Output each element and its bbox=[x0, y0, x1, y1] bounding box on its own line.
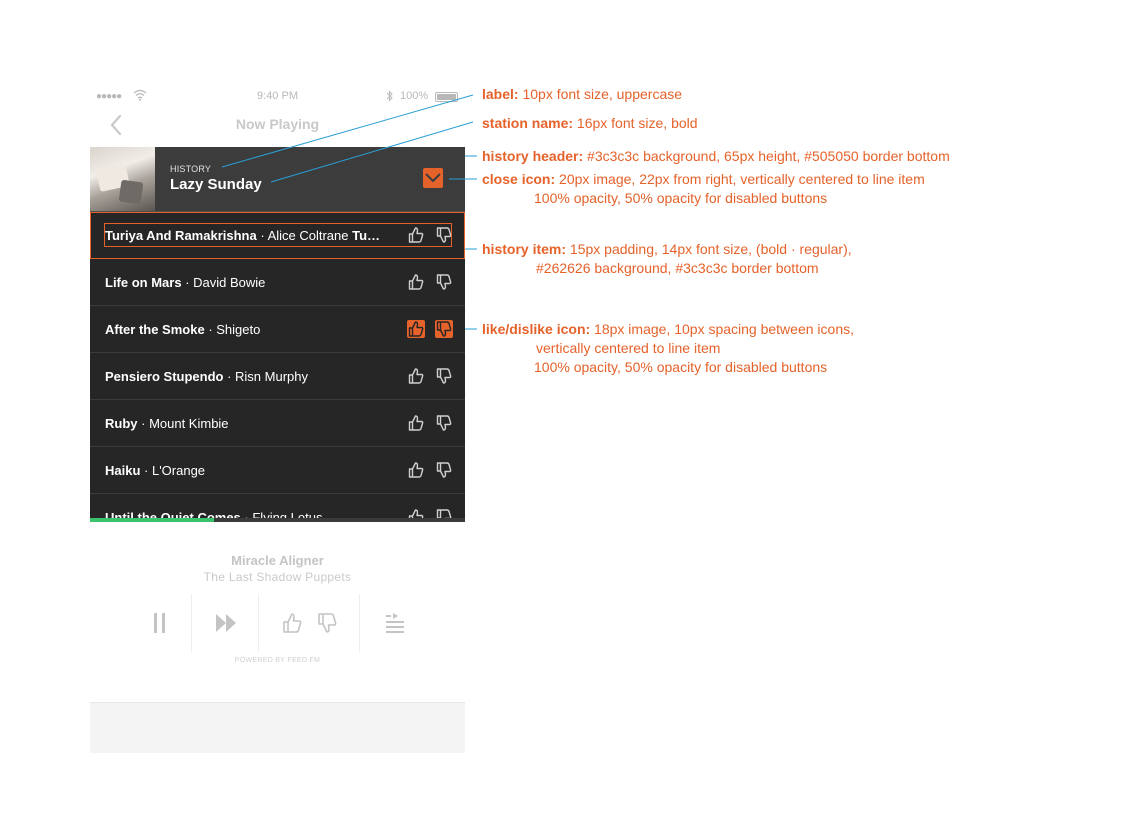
history-list: Turiya And Ramakrishna · Alice Coltrane … bbox=[90, 212, 465, 522]
thumbs-up-icon[interactable] bbox=[407, 226, 425, 244]
separator: · bbox=[140, 462, 152, 478]
separator: · bbox=[256, 227, 268, 243]
thumbs-down-icon[interactable] bbox=[435, 320, 453, 338]
history-item-text: Life on Mars · David Bowie bbox=[105, 275, 390, 290]
history-item[interactable]: Life on Mars · David Bowie bbox=[90, 259, 465, 306]
song-title: Haiku bbox=[105, 462, 141, 478]
history-item-text: After the Smoke · Shigeto bbox=[105, 322, 390, 337]
separator: · bbox=[181, 274, 194, 290]
history-item[interactable]: Ruby · Mount Kimbie bbox=[90, 400, 465, 447]
thumbs-down-icon[interactable] bbox=[435, 461, 453, 479]
artist-name: Shigeto bbox=[216, 321, 261, 337]
page-title: Now Playing bbox=[235, 116, 320, 132]
like-dislike-group bbox=[407, 226, 453, 244]
like-dislike-group bbox=[407, 461, 453, 479]
powered-by-label: POWERED BY FEED.FM bbox=[234, 657, 321, 664]
annotation-like-dislike: like/dislike icon: 18px image, 10px spac… bbox=[482, 321, 854, 375]
like-dislike-group bbox=[407, 273, 453, 291]
battery-percent: 100% bbox=[400, 90, 429, 102]
history-item-text: Pensiero Stupendo · Risn Murphy bbox=[105, 369, 390, 384]
like-dislike-group bbox=[407, 414, 453, 432]
thumbs-up-icon[interactable] bbox=[407, 273, 425, 291]
bottom-tab-bar bbox=[90, 702, 465, 753]
thumbs-down-icon[interactable] bbox=[435, 367, 453, 385]
annotation-history-item: history item: 15px padding, 14px font si… bbox=[482, 241, 852, 276]
song-title: Pensiero Stupendo bbox=[105, 368, 224, 384]
station-artwork bbox=[90, 147, 155, 211]
song-title: Turiya And Ramakrishna bbox=[105, 227, 257, 243]
like-dislike-group bbox=[407, 320, 453, 338]
song-title: Ruby bbox=[105, 415, 138, 431]
close-chevron-icon[interactable] bbox=[423, 168, 443, 188]
status-bar: ●●●●● 9:40 PM 100% bbox=[90, 87, 465, 107]
control-divider bbox=[191, 594, 192, 652]
nav-bar: Now Playing bbox=[90, 107, 465, 147]
queue-list-icon[interactable] bbox=[384, 612, 406, 639]
artist-name: L'Orange bbox=[151, 462, 206, 478]
history-item[interactable]: Haiku · L'Orange bbox=[90, 447, 465, 494]
station-name: Lazy Sunday bbox=[170, 176, 262, 193]
song-title: Life on Mars bbox=[105, 274, 182, 290]
history-item[interactable]: Pensiero Stupendo · Risn Murphy bbox=[90, 353, 465, 400]
thumbs-up-icon[interactable] bbox=[407, 414, 425, 432]
history-item-text: Haiku · L'Orange bbox=[105, 463, 390, 478]
history-item-text: Ruby · Mount Kimbie bbox=[105, 416, 390, 431]
thumbs-up-icon[interactable] bbox=[407, 320, 425, 338]
artist-name: Risn Murphy bbox=[235, 368, 308, 384]
thumbs-up-icon[interactable] bbox=[281, 612, 303, 639]
history-header: History Lazy Sunday bbox=[90, 147, 465, 212]
annotation-station-name: station name: 16px font size, bold bbox=[482, 115, 698, 131]
separator: · bbox=[204, 321, 217, 337]
track-title: Miracle Aligner bbox=[231, 553, 324, 568]
like-dislike-group bbox=[407, 367, 453, 385]
history-item-text: Turiya And Ramakrishna · Alice Coltrane … bbox=[105, 228, 390, 243]
player: Miracle Aligner The Last Shadow Puppets … bbox=[90, 522, 465, 702]
pause-icon[interactable] bbox=[153, 612, 167, 639]
control-divider bbox=[258, 594, 259, 652]
thumbs-up-icon[interactable] bbox=[407, 367, 425, 385]
history-label: History bbox=[170, 164, 212, 174]
artist-name: Mount Kimbie bbox=[149, 415, 229, 431]
thumbs-down-icon[interactable] bbox=[435, 273, 453, 291]
history-item[interactable]: After the Smoke · Shigeto bbox=[90, 306, 465, 353]
thumbs-down-icon[interactable] bbox=[316, 612, 338, 639]
annotation-close-icon: close icon: 20px image, 22px from right,… bbox=[482, 171, 925, 206]
control-divider bbox=[359, 594, 360, 652]
artist-name: David Bowie bbox=[193, 274, 266, 290]
annotation-label: label: 10px font size, uppercase bbox=[482, 86, 683, 102]
annotation-history-header: history header: #3c3c3c background, 65px… bbox=[482, 148, 950, 164]
bluetooth-icon bbox=[386, 90, 394, 105]
phone-screen: ●●●●● 9:40 PM 100% Now Playing History L… bbox=[90, 87, 465, 753]
thumbs-down-icon[interactable] bbox=[435, 414, 453, 432]
song-title: After the Smoke bbox=[105, 321, 205, 337]
thumbs-up-icon[interactable] bbox=[407, 461, 425, 479]
truncated-text: Tu… bbox=[348, 227, 381, 243]
separator: · bbox=[137, 415, 150, 431]
battery-icon bbox=[435, 92, 458, 102]
thumbs-down-icon[interactable] bbox=[435, 226, 453, 244]
skip-icon[interactable] bbox=[215, 612, 239, 639]
track-artist: The Last Shadow Puppets bbox=[203, 570, 352, 584]
artist-name: Alice Coltrane bbox=[267, 227, 349, 243]
player-controls bbox=[90, 594, 465, 654]
history-item[interactable]: Turiya And Ramakrishna · Alice Coltrane … bbox=[90, 212, 465, 259]
separator: · bbox=[223, 368, 236, 384]
